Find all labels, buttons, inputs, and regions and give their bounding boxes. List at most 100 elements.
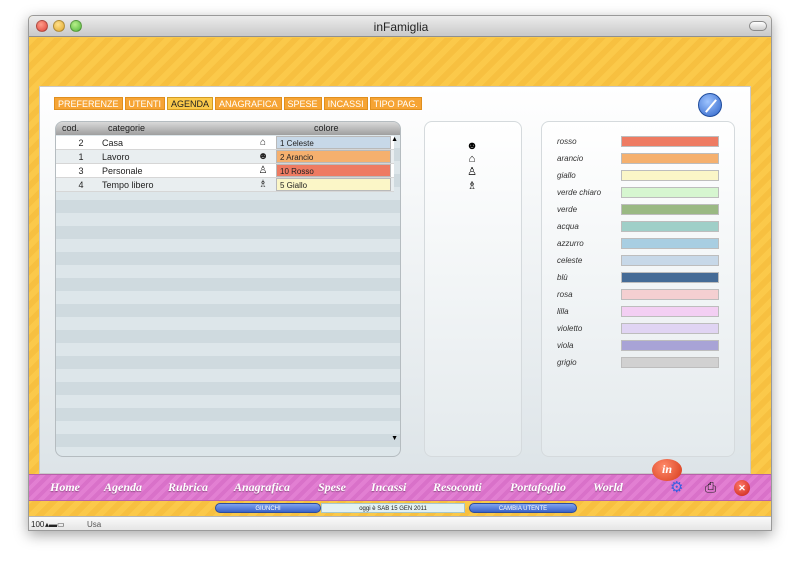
palette-item-violetto[interactable]: violetto <box>557 321 727 338</box>
background: PREFERENZE UTENTI AGENDA ANAGRAFICA SPES… <box>29 38 771 516</box>
swatch-label: rosso <box>557 137 577 146</box>
nav-anagrafica[interactable]: Anagrafica <box>234 480 290 495</box>
col-cod: cod. <box>62 123 80 133</box>
table-row[interactable]: 2 Casa ⌂ 1 Celeste <box>56 136 394 150</box>
color-swatch[interactable] <box>621 289 719 300</box>
tab-utenti[interactable]: UTENTI <box>124 97 166 110</box>
person-icon[interactable]: ♙ <box>465 166 479 179</box>
nav-rubrica[interactable]: Rubrica <box>168 480 208 495</box>
swatch-label: giallo <box>557 171 576 180</box>
palette-item-acqua[interactable]: acqua <box>557 219 727 236</box>
cell-categoria: Lavoro <box>102 152 130 162</box>
palette-item-grigio[interactable]: grigio <box>557 355 727 372</box>
edit-pencil-icon[interactable] <box>698 93 722 117</box>
tab-incassi[interactable]: INCASSI <box>323 97 368 110</box>
cell-cod: 1 <box>78 152 84 162</box>
swatch-label: celeste <box>557 256 583 265</box>
color-swatch[interactable] <box>621 136 719 147</box>
cell-colore[interactable]: 5 Giallo <box>276 178 391 191</box>
palette-item-rosso[interactable]: rosso <box>557 134 727 151</box>
color-swatch[interactable] <box>621 306 719 317</box>
title-bar[interactable]: inFamiglia <box>29 16 771 37</box>
swatch-label: lilla <box>557 307 569 316</box>
tab-preferenze[interactable]: PREFERENZE <box>54 97 123 110</box>
swatch-label: blù <box>557 273 568 282</box>
close-icon[interactable]: ✕ <box>734 480 750 496</box>
today-label: oggi è <box>359 506 376 512</box>
icon-picker: ☻ ⌂ ♙ ♗ <box>424 121 522 457</box>
person-icon: ♙ <box>258 165 268 176</box>
cell-colore[interactable]: 2 Arancio <box>276 150 391 163</box>
color-swatch[interactable] <box>621 204 719 215</box>
color-swatch[interactable] <box>621 221 719 232</box>
user-button[interactable]: GIUNCHI <box>215 503 321 513</box>
change-user-button[interactable]: CAMBIA UTENTE <box>469 503 577 513</box>
palette-item-rosa[interactable]: rosa <box>557 287 727 304</box>
today-date: oggi è SAB 15 GEN 2011 <box>321 503 465 513</box>
col-colore: colore <box>314 123 339 133</box>
app-window: inFamiglia PREFERENZE UTENTI AGENDA ANAG… <box>28 15 772 531</box>
nav-home[interactable]: Home <box>50 480 80 495</box>
nav-spese[interactable]: Spese <box>318 480 346 495</box>
nav-portafoglio[interactable]: Portafoglio <box>510 480 566 495</box>
palette-item-verde[interactable]: verde <box>557 202 727 219</box>
scroll-down-arrow-icon[interactable]: ▼ <box>391 435 398 442</box>
app-logo[interactable]: in <box>652 459 682 481</box>
tab-tipo-pag[interactable]: TIPO PAG. <box>369 97 422 110</box>
color-swatch[interactable] <box>621 340 719 351</box>
main-nav: Home Agenda Rubrica Anagrafica Spese Inc… <box>29 459 771 501</box>
bottom-bar: 100 ▴▬▭ Usa <box>29 516 771 530</box>
mode-label: Usa <box>87 520 102 529</box>
col-categorie: categorie <box>108 123 146 133</box>
nav-incassi[interactable]: Incassi <box>371 480 406 495</box>
cell-colore[interactable]: 1 Celeste <box>276 136 391 149</box>
color-swatch[interactable] <box>621 153 719 164</box>
color-swatch[interactable] <box>621 170 719 181</box>
cell-colore[interactable]: 10 Rosso <box>276 164 391 177</box>
table-body: 2 Casa ⌂ 1 Celeste 1 Lavoro ☻ 2 Arancio … <box>56 136 394 192</box>
palette-item-celeste[interactable]: celeste <box>557 253 727 270</box>
swatch-label: arancio <box>557 154 584 163</box>
table-row[interactable]: 1 Lavoro ☻ 2 Arancio <box>56 150 394 164</box>
cell-cod: 4 <box>78 180 84 190</box>
palette-item-giallo[interactable]: giallo <box>557 168 727 185</box>
scroll-up-arrow-icon[interactable]: ▲ <box>391 136 398 143</box>
house-icon[interactable]: ⌂ <box>465 153 479 166</box>
color-swatch[interactable] <box>621 357 719 368</box>
color-swatch[interactable] <box>621 255 719 266</box>
color-swatch[interactable] <box>621 323 719 334</box>
palette-item-lilla[interactable]: lilla <box>557 304 727 321</box>
palette-item-arancio[interactable]: arancio <box>557 151 727 168</box>
tab-agenda[interactable]: AGENDA <box>167 97 214 110</box>
tab-bar: PREFERENZE UTENTI AGENDA ANAGRAFICA SPES… <box>54 97 422 110</box>
toolbar-toggle-button[interactable] <box>749 21 767 31</box>
swatch-label: verde chiaro <box>557 188 602 197</box>
tab-spese[interactable]: SPESE <box>283 97 322 110</box>
swatch-label: rosa <box>557 290 573 299</box>
palette-item-verde-chiaro[interactable]: verde chiaro <box>557 185 727 202</box>
table-row[interactable]: 3 Personale ♙ 10 Rosso <box>56 164 394 178</box>
nav-world[interactable]: World <box>593 480 623 495</box>
swatch-label: azzurro <box>557 239 584 248</box>
table-row[interactable]: 4 Tempo libero ♗ 5 Giallo <box>56 178 394 192</box>
color-swatch[interactable] <box>621 187 719 198</box>
palette-item-azzurro[interactable]: azzurro <box>557 236 727 253</box>
palette-item-blu[interactable]: blù <box>557 270 727 287</box>
nav-resoconti[interactable]: Resoconti <box>433 480 482 495</box>
categories-table: cod. categorie colore 2 Casa ⌂ 1 Celeste… <box>55 121 401 457</box>
gears-icon[interactable]: ⚙ <box>670 479 690 497</box>
view-mode-icons[interactable]: ▴▬▭ <box>45 520 65 529</box>
palette-item-viola[interactable]: viola <box>557 338 727 355</box>
tab-anagrafica[interactable]: ANAGRAFICA <box>215 97 282 110</box>
printer-icon[interactable]: ⎙ <box>705 479 723 495</box>
couple-icon[interactable]: ♗ <box>465 180 479 193</box>
nav-agenda[interactable]: Agenda <box>104 480 142 495</box>
house-icon: ⌂ <box>259 137 267 148</box>
color-swatch[interactable] <box>621 272 719 283</box>
swatch-label: violetto <box>557 324 583 333</box>
zoom-level[interactable]: 100 <box>31 520 44 529</box>
swatch-label: grigio <box>557 358 577 367</box>
date-value: SAB 15 GEN 2011 <box>377 506 427 512</box>
people-icon[interactable]: ☻ <box>465 140 479 153</box>
color-swatch[interactable] <box>621 238 719 249</box>
